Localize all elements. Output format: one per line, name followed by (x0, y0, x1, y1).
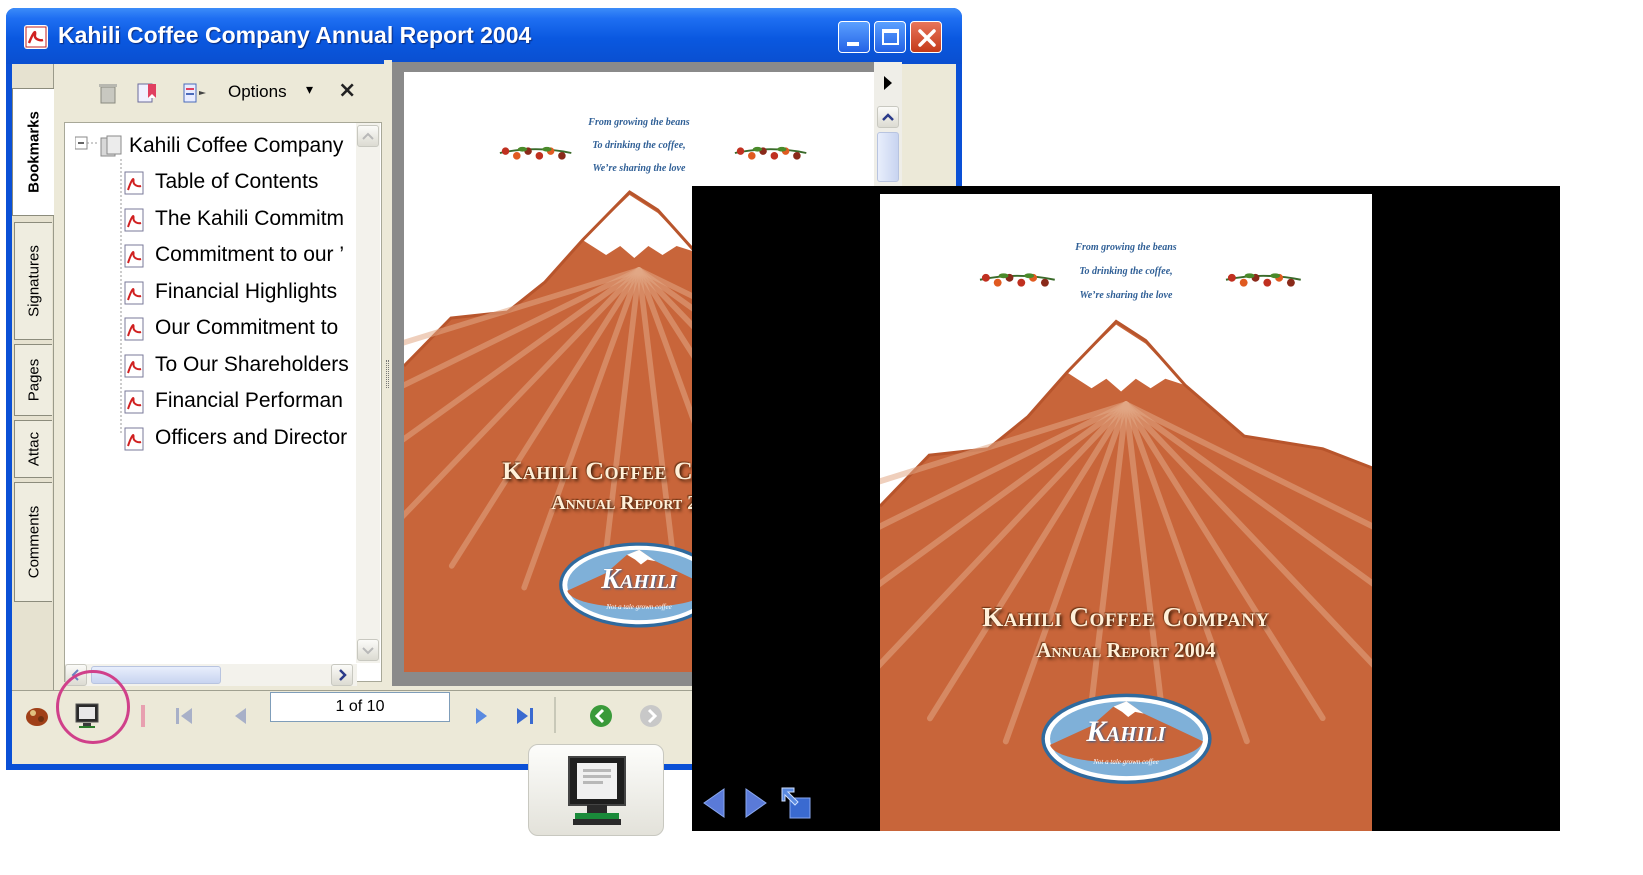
tab-signatures[interactable]: Signatures (14, 222, 52, 340)
pdf-bookmark-icon (124, 427, 144, 450)
options-menu-label[interactable]: Options (228, 82, 287, 102)
logo-text: Kahili (1086, 716, 1166, 749)
coffee-cherries-icon (1226, 273, 1302, 287)
coffee-cup-icon[interactable] (22, 701, 52, 731)
bookmark-label: Our Commitment to (155, 316, 339, 339)
coffee-cherries-icon (734, 146, 807, 160)
tab-comments[interactable]: Comments (14, 482, 52, 602)
divider-icon (141, 705, 145, 727)
navigation-tabs: Bookmarks Signatures Pages Attac Comment… (12, 64, 54, 698)
full-screen-view[interactable]: From growing the beans To drinking the co… (692, 186, 1560, 831)
chevron-down-icon (362, 647, 374, 655)
doc-scroll-thumb[interactable] (877, 132, 899, 182)
bookmark-item[interactable]: The Kahili Commitm (121, 202, 353, 236)
cover-page-large: From growing the beans To drinking the co… (880, 194, 1372, 831)
bookmark-item[interactable]: Officers and Director (121, 421, 353, 455)
close-panel-icon[interactable]: × (338, 78, 356, 103)
doc-scroll-up-button[interactable] (877, 106, 899, 128)
bookmark-item[interactable]: To Our Shareholders (121, 348, 353, 382)
chevron-down-icon[interactable]: ▾ (306, 82, 313, 98)
first-page-icon[interactable] (172, 703, 198, 729)
tab-attachments[interactable]: Attac (14, 420, 52, 478)
pdf-bookmark-icon (124, 281, 144, 304)
bookmark-item[interactable]: Commitment to our ’ (121, 238, 353, 272)
trash-icon[interactable] (98, 82, 118, 104)
chevron-right-icon (339, 669, 347, 681)
tab-comments-label: Comments (25, 505, 42, 579)
coffee-cherries-icon (499, 146, 572, 160)
tab-signatures-label: Signatures (25, 245, 42, 317)
scroll-down-button[interactable] (357, 639, 379, 661)
pdf-bookmark-icon (124, 354, 144, 377)
tab-bookmarks-label: Bookmarks (25, 111, 42, 193)
cover-tagline: From growing the beans (588, 117, 690, 128)
chevron-up-icon (362, 132, 374, 140)
document-vertical-scrollbar[interactable] (874, 62, 902, 186)
bookmark-item[interactable]: Financial Highlights (121, 275, 353, 309)
cover-subtitle: Annual Report 2004 (1036, 639, 1216, 662)
pdf-bookmark-icon (124, 317, 144, 341)
previous-page-icon[interactable] (228, 703, 254, 729)
cover-title: Kahili Coffee Company (982, 601, 1270, 632)
bookmark-root[interactable]: Kahili Coffee Company (99, 129, 369, 163)
bookmarks-vertical-scrollbar[interactable] (356, 123, 380, 663)
cover-tagline: From growing the beans (1075, 241, 1177, 253)
go-back-icon[interactable] (588, 703, 614, 729)
new-bookmark-icon[interactable] (136, 82, 160, 104)
window-title: Kahili Coffee Company Annual Report 2004 (58, 22, 532, 48)
bookmark-folder-icon (100, 135, 122, 157)
minimize-button[interactable] (838, 21, 870, 53)
bookmark-label: Table of Contents (155, 170, 319, 193)
expand-bookmark-icon[interactable] (182, 82, 208, 104)
close-window-button[interactable] (910, 21, 942, 53)
go-forward-icon[interactable] (638, 703, 664, 729)
logo-subtext: Not a tale grown coffee (1093, 757, 1159, 766)
bookmark-label: Financial Performan (155, 389, 343, 412)
toolbar-separator (554, 697, 556, 733)
tab-pages-label: Pages (25, 358, 42, 402)
bookmarks-toolbar: Options ▾ × (48, 66, 386, 118)
scroll-right-button[interactable] (331, 664, 353, 686)
tab-pages[interactable]: Pages (14, 344, 52, 416)
pdf-bookmark-icon (124, 390, 144, 414)
page-number-field[interactable]: 1 of 10 (270, 692, 450, 722)
bookmark-label: Officers and Director (155, 425, 348, 449)
bookmark-label: Commitment to our ’ (155, 243, 345, 266)
bookmark-label: Financial Highlights (155, 279, 338, 303)
scroll-up-button[interactable] (357, 125, 379, 147)
bookmark-item[interactable]: Our Commitment to (121, 311, 353, 345)
next-page-icon[interactable] (468, 703, 494, 729)
full-screen-highlight-circle (56, 670, 130, 744)
coffee-cherries-icon (980, 273, 1056, 287)
full-screen-button-large[interactable] (528, 744, 664, 836)
pdf-bookmark-icon (124, 171, 144, 195)
play-arrow-icon[interactable] (874, 68, 902, 98)
full-screen-previous-icon[interactable] (700, 786, 730, 820)
full-screen-icon (568, 756, 626, 825)
pdf-app-icon (24, 25, 48, 49)
full-screen-next-icon[interactable] (740, 786, 770, 820)
last-page-icon[interactable] (512, 703, 538, 729)
exit-full-screen-icon[interactable] (778, 784, 814, 822)
bookmark-item[interactable]: Financial Performan (121, 384, 353, 418)
tab-attachments-label: Attac (25, 431, 42, 467)
panel-splitter[interactable] (384, 60, 392, 690)
bookmark-label: To Our Shareholders (155, 352, 349, 376)
bookmark-root-label: Kahili Coffee Company (129, 134, 344, 157)
close-icon (918, 29, 936, 47)
title-bar[interactable]: Kahili Coffee Company Annual Report 2004 (6, 8, 962, 64)
bookmark-label: The Kahili Commitm (155, 206, 345, 230)
bookmark-item[interactable]: Table of Contents (121, 165, 353, 199)
chevron-up-icon (882, 113, 894, 121)
pdf-bookmark-icon (124, 244, 144, 268)
bookmarks-tree[interactable]: Kahili Coffee Company Table of Contents T… (64, 122, 382, 682)
maximize-button[interactable] (874, 21, 906, 53)
pdf-bookmark-icon (124, 208, 144, 231)
